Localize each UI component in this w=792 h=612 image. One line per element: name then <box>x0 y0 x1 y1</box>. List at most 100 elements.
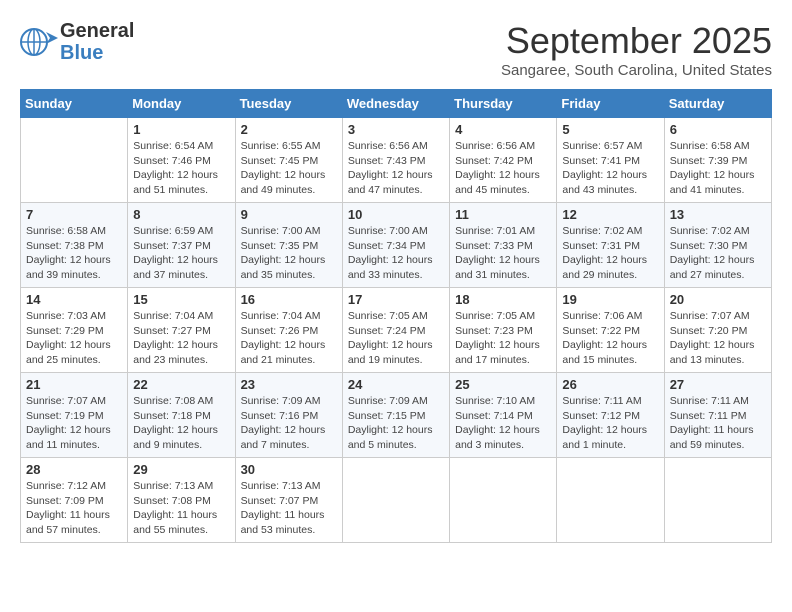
title-block: September 2025 Sangaree, South Carolina,… <box>501 20 772 79</box>
calendar-cell: 11 Sunrise: 7:01 AMSunset: 7:33 PMDayligh… <box>450 203 557 288</box>
day-info: Sunrise: 6:56 AMSunset: 7:43 PMDaylight:… <box>348 139 444 198</box>
calendar-table: SundayMondayTuesdayWednesdayThursdayFrid… <box>20 89 772 543</box>
calendar-cell: 23 Sunrise: 7:09 AMSunset: 7:16 PMDayligh… <box>235 373 342 458</box>
day-info: Sunrise: 7:04 AMSunset: 7:27 PMDaylight:… <box>133 309 229 368</box>
day-number: 17 <box>348 292 444 307</box>
calendar-cell <box>450 458 557 543</box>
day-number: 6 <box>670 122 766 137</box>
day-info: Sunrise: 7:09 AMSunset: 7:16 PMDaylight:… <box>241 394 337 453</box>
day-number: 28 <box>26 462 122 477</box>
day-number: 3 <box>348 122 444 137</box>
calendar-cell: 22Sunrise: 7:08 AMSunset: 7:18 PMDayligh… <box>128 373 235 458</box>
calendar-cell: 3 Sunrise: 6:56 AMSunset: 7:43 PMDaylight… <box>342 118 449 203</box>
calendar-cell: 2 Sunrise: 6:55 AMSunset: 7:45 PMDaylight… <box>235 118 342 203</box>
day-number: 14 <box>26 292 122 307</box>
day-info: Sunrise: 7:05 AMSunset: 7:23 PMDaylight:… <box>455 309 551 368</box>
day-number: 1 <box>133 122 229 137</box>
day-info: Sunrise: 6:55 AMSunset: 7:45 PMDaylight:… <box>241 139 337 198</box>
day-info: Sunrise: 7:02 AMSunset: 7:31 PMDaylight:… <box>562 224 658 283</box>
calendar-cell: 15 Sunrise: 7:04 AMSunset: 7:27 PMDayligh… <box>128 288 235 373</box>
calendar-cell: 10Sunrise: 7:00 AMSunset: 7:34 PMDayligh… <box>342 203 449 288</box>
day-number: 7 <box>26 207 122 222</box>
calendar-header-saturday: Saturday <box>664 90 771 118</box>
day-number: 25 <box>455 377 551 392</box>
day-info: Sunrise: 7:13 AMSunset: 7:08 PMDaylight:… <box>133 479 229 538</box>
calendar-cell: 25 Sunrise: 7:10 AMSunset: 7:14 PMDayligh… <box>450 373 557 458</box>
day-number: 9 <box>241 207 337 222</box>
day-number: 12 <box>562 207 658 222</box>
day-number: 19 <box>562 292 658 307</box>
day-info: Sunrise: 7:12 AMSunset: 7:09 PMDaylight:… <box>26 479 122 538</box>
logo-icon <box>20 24 58 60</box>
day-info: Sunrise: 7:07 AMSunset: 7:19 PMDaylight:… <box>26 394 122 453</box>
calendar-cell: 14 Sunrise: 7:03 AMSunset: 7:29 PMDayligh… <box>21 288 128 373</box>
calendar-cell: 6Sunrise: 6:58 AMSunset: 7:39 PMDaylight… <box>664 118 771 203</box>
day-info: Sunrise: 7:05 AMSunset: 7:24 PMDaylight:… <box>348 309 444 368</box>
calendar-cell: 20 Sunrise: 7:07 AMSunset: 7:20 PMDayligh… <box>664 288 771 373</box>
calendar-cell: 17 Sunrise: 7:05 AMSunset: 7:24 PMDayligh… <box>342 288 449 373</box>
day-number: 8 <box>133 207 229 222</box>
day-number: 27 <box>670 377 766 392</box>
calendar-header-monday: Monday <box>128 90 235 118</box>
day-info: Sunrise: 6:56 AMSunset: 7:42 PMDaylight:… <box>455 139 551 198</box>
day-number: 29 <box>133 462 229 477</box>
page-header: General Blue September 2025 Sangaree, So… <box>20 20 772 79</box>
day-info: Sunrise: 7:00 AMSunset: 7:35 PMDaylight:… <box>241 224 337 283</box>
day-number: 21 <box>26 377 122 392</box>
calendar-cell: 16 Sunrise: 7:04 AMSunset: 7:26 PMDayligh… <box>235 288 342 373</box>
day-info: Sunrise: 7:07 AMSunset: 7:20 PMDaylight:… <box>670 309 766 368</box>
day-info: Sunrise: 7:09 AMSunset: 7:15 PMDaylight:… <box>348 394 444 453</box>
day-number: 26 <box>562 377 658 392</box>
calendar-header-row: SundayMondayTuesdayWednesdayThursdayFrid… <box>21 90 772 118</box>
calendar-cell <box>664 458 771 543</box>
calendar-cell: 28 Sunrise: 7:12 AMSunset: 7:09 PMDayligh… <box>21 458 128 543</box>
day-info: Sunrise: 7:04 AMSunset: 7:26 PMDaylight:… <box>241 309 337 368</box>
calendar-cell: 18Sunrise: 7:05 AMSunset: 7:23 PMDayligh… <box>450 288 557 373</box>
day-number: 20 <box>670 292 766 307</box>
calendar-header-tuesday: Tuesday <box>235 90 342 118</box>
logo-blue: Blue <box>60 42 134 64</box>
calendar-week-row: 21 Sunrise: 7:07 AMSunset: 7:19 PMDayligh… <box>21 373 772 458</box>
calendar-cell: 21 Sunrise: 7:07 AMSunset: 7:19 PMDayligh… <box>21 373 128 458</box>
calendar-cell: 30 Sunrise: 7:13 AMSunset: 7:07 PMDayligh… <box>235 458 342 543</box>
day-number: 2 <box>241 122 337 137</box>
calendar-week-row: 1 Sunrise: 6:54 AMSunset: 7:46 PMDaylight… <box>21 118 772 203</box>
day-info: Sunrise: 7:08 AMSunset: 7:18 PMDaylight:… <box>133 394 229 453</box>
calendar-cell: 4Sunrise: 6:56 AMSunset: 7:42 PMDaylight… <box>450 118 557 203</box>
day-info: Sunrise: 6:59 AMSunset: 7:37 PMDaylight:… <box>133 224 229 283</box>
day-info: Sunrise: 7:02 AMSunset: 7:30 PMDaylight:… <box>670 224 766 283</box>
calendar-cell: 29 Sunrise: 7:13 AMSunset: 7:08 PMDayligh… <box>128 458 235 543</box>
calendar-week-row: 14 Sunrise: 7:03 AMSunset: 7:29 PMDayligh… <box>21 288 772 373</box>
day-number: 16 <box>241 292 337 307</box>
day-number: 30 <box>241 462 337 477</box>
calendar-header-thursday: Thursday <box>450 90 557 118</box>
day-info: Sunrise: 6:58 AMSunset: 7:38 PMDaylight:… <box>26 224 122 283</box>
day-info: Sunrise: 7:01 AMSunset: 7:33 PMDaylight:… <box>455 224 551 283</box>
day-info: Sunrise: 7:03 AMSunset: 7:29 PMDaylight:… <box>26 309 122 368</box>
day-number: 13 <box>670 207 766 222</box>
day-number: 24 <box>348 377 444 392</box>
calendar-cell <box>21 118 128 203</box>
logo-general: General <box>60 20 134 42</box>
calendar-cell: 19Sunrise: 7:06 AMSunset: 7:22 PMDayligh… <box>557 288 664 373</box>
location-subtitle: Sangaree, South Carolina, United States <box>501 62 772 79</box>
calendar-cell: 9 Sunrise: 7:00 AMSunset: 7:35 PMDaylight… <box>235 203 342 288</box>
day-number: 23 <box>241 377 337 392</box>
calendar-cell: 12 Sunrise: 7:02 AMSunset: 7:31 PMDayligh… <box>557 203 664 288</box>
calendar-cell: 24 Sunrise: 7:09 AMSunset: 7:15 PMDayligh… <box>342 373 449 458</box>
day-info: Sunrise: 7:11 AMSunset: 7:11 PMDaylight:… <box>670 394 766 453</box>
calendar-cell: 5Sunrise: 6:57 AMSunset: 7:41 PMDaylight… <box>557 118 664 203</box>
calendar-cell <box>342 458 449 543</box>
day-number: 15 <box>133 292 229 307</box>
day-info: Sunrise: 6:54 AMSunset: 7:46 PMDaylight:… <box>133 139 229 198</box>
calendar-header-friday: Friday <box>557 90 664 118</box>
day-number: 11 <box>455 207 551 222</box>
calendar-cell: 26Sunrise: 7:11 AMSunset: 7:12 PMDayligh… <box>557 373 664 458</box>
calendar-header-wednesday: Wednesday <box>342 90 449 118</box>
calendar-header-sunday: Sunday <box>21 90 128 118</box>
logo: General Blue <box>20 20 134 64</box>
calendar-cell: 27 Sunrise: 7:11 AMSunset: 7:11 PMDayligh… <box>664 373 771 458</box>
calendar-cell: 13 Sunrise: 7:02 AMSunset: 7:30 PMDayligh… <box>664 203 771 288</box>
day-info: Sunrise: 7:13 AMSunset: 7:07 PMDaylight:… <box>241 479 337 538</box>
day-info: Sunrise: 7:10 AMSunset: 7:14 PMDaylight:… <box>455 394 551 453</box>
